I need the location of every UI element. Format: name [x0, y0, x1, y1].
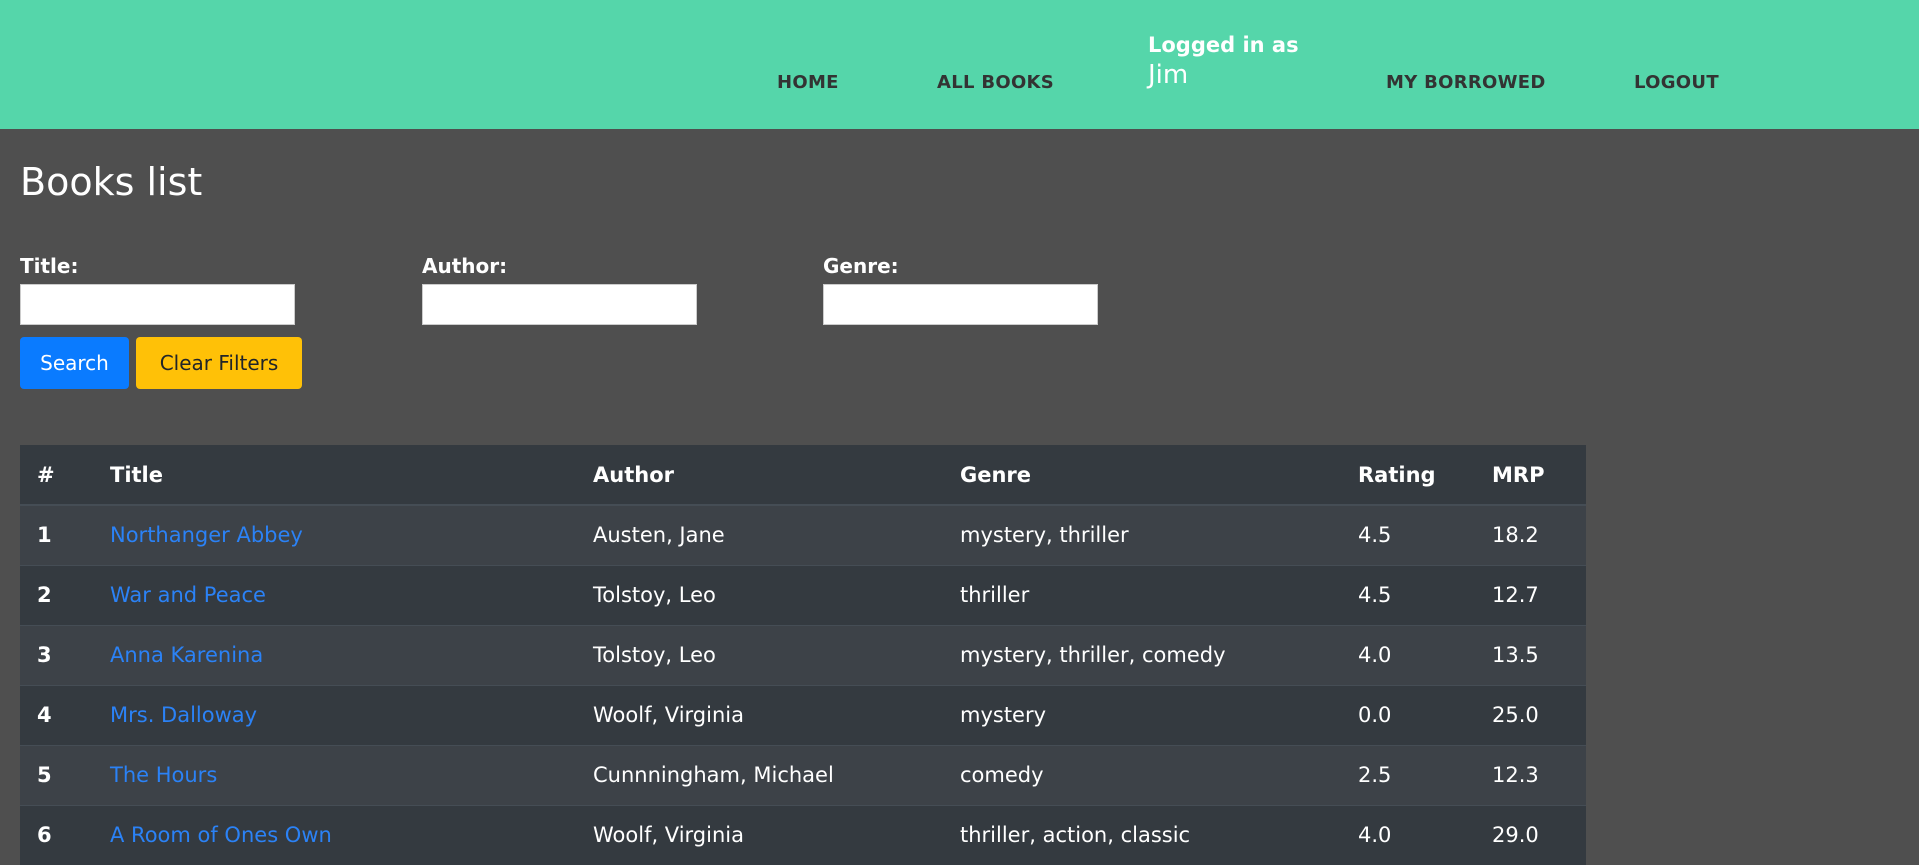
book-rating: 0.0: [1341, 684, 1475, 745]
title-filter-label: Title:: [20, 254, 79, 278]
column-header-title: Title: [93, 445, 576, 506]
user-name: Jim: [1148, 60, 1189, 90]
column-header-genre: Genre: [943, 445, 1341, 506]
row-number: 3: [20, 624, 93, 685]
book-title-cell: Northanger Abbey: [93, 504, 576, 565]
book-author: Woolf, Virginia: [576, 684, 943, 745]
book-mrp: 29.0: [1475, 804, 1586, 865]
nav-my-borrowed-link[interactable]: MY BORROWED: [1386, 72, 1546, 93]
row-number: 1: [20, 504, 93, 565]
column-header-rating: Rating: [1341, 445, 1475, 506]
column-header-author: Author: [576, 445, 943, 506]
book-author: Cunnningham, Michael: [576, 744, 943, 805]
book-title-link[interactable]: A Room of Ones Own: [110, 823, 332, 847]
table-row: 6 A Room of Ones Own Woolf, Virginia thr…: [20, 804, 1586, 865]
genre-filter-label: Genre:: [823, 254, 899, 278]
book-author: Austen, Jane: [576, 504, 943, 565]
genre-filter: Genre:: [823, 254, 1098, 325]
book-genre: thriller, action, classic: [943, 804, 1341, 865]
row-number: 2: [20, 564, 93, 625]
author-filter-input[interactable]: [422, 284, 697, 325]
books-table-body: 1 Northanger Abbey Austen, Jane mystery,…: [20, 504, 1586, 865]
book-title-link[interactable]: Northanger Abbey: [110, 523, 303, 547]
book-rating: 4.0: [1341, 804, 1475, 865]
book-title-cell: The Hours: [93, 744, 576, 805]
book-genre: comedy: [943, 744, 1341, 805]
book-title-cell: War and Peace: [93, 564, 576, 625]
table-row: 1 Northanger Abbey Austen, Jane mystery,…: [20, 504, 1586, 565]
book-rating: 2.5: [1341, 744, 1475, 805]
nav-all-books-link[interactable]: ALL BOOKS: [937, 72, 1054, 93]
top-navbar: HOME ALL BOOKS Logged in as Jim MY BORRO…: [0, 0, 1919, 129]
book-title-link[interactable]: Anna Karenina: [110, 643, 263, 667]
book-title-cell: A Room of Ones Own: [93, 804, 576, 865]
book-genre: mystery: [943, 684, 1341, 745]
title-filter: Title:: [20, 254, 295, 325]
logged-in-label: Logged in as: [1148, 33, 1299, 57]
book-mrp: 25.0: [1475, 684, 1586, 745]
book-title-cell: Mrs. Dalloway: [93, 684, 576, 745]
row-number: 6: [20, 804, 93, 865]
book-title-link[interactable]: War and Peace: [110, 583, 266, 607]
books-table-header: # Title Author Genre Rating MRP: [20, 445, 1586, 506]
book-rating: 4.0: [1341, 624, 1475, 685]
title-filter-input[interactable]: [20, 284, 295, 325]
header-row: # Title Author Genre Rating MRP: [20, 445, 1586, 506]
author-filter-label: Author:: [422, 254, 508, 278]
book-mrp: 18.2: [1475, 504, 1586, 565]
page-title: Books list: [20, 160, 203, 204]
book-title-link[interactable]: Mrs. Dalloway: [110, 703, 257, 727]
table-row: 5 The Hours Cunnningham, Michael comedy …: [20, 744, 1586, 805]
book-mrp: 13.5: [1475, 624, 1586, 685]
table-row: 4 Mrs. Dalloway Woolf, Virginia mystery …: [20, 684, 1586, 745]
books-table: # Title Author Genre Rating MRP 1 Northa…: [20, 445, 1586, 865]
column-header-mrp: MRP: [1475, 445, 1586, 506]
row-number: 4: [20, 684, 93, 745]
table-row: 3 Anna Karenina Tolstoy, Leo mystery, th…: [20, 624, 1586, 685]
book-rating: 4.5: [1341, 504, 1475, 565]
row-number: 5: [20, 744, 93, 805]
book-genre: thriller: [943, 564, 1341, 625]
book-title-cell: Anna Karenina: [93, 624, 576, 685]
book-rating: 4.5: [1341, 564, 1475, 625]
book-genre: mystery, thriller, comedy: [943, 624, 1341, 685]
book-mrp: 12.7: [1475, 564, 1586, 625]
table-row: 2 War and Peace Tolstoy, Leo thriller 4.…: [20, 564, 1586, 625]
book-mrp: 12.3: [1475, 744, 1586, 805]
search-button[interactable]: Search: [20, 337, 129, 389]
book-genre: mystery, thriller: [943, 504, 1341, 565]
book-author: Tolstoy, Leo: [576, 624, 943, 685]
logged-in-user: Logged in as Jim: [1148, 33, 1299, 90]
book-author: Woolf, Virginia: [576, 804, 943, 865]
genre-filter-input[interactable]: [823, 284, 1098, 325]
column-header-number: #: [20, 445, 93, 506]
author-filter: Author:: [422, 254, 697, 325]
nav-logout-link[interactable]: LOGOUT: [1634, 72, 1719, 93]
book-author: Tolstoy, Leo: [576, 564, 943, 625]
nav-home-link[interactable]: HOME: [777, 72, 839, 93]
clear-filters-button[interactable]: Clear Filters: [136, 337, 302, 389]
book-title-link[interactable]: The Hours: [110, 763, 217, 787]
